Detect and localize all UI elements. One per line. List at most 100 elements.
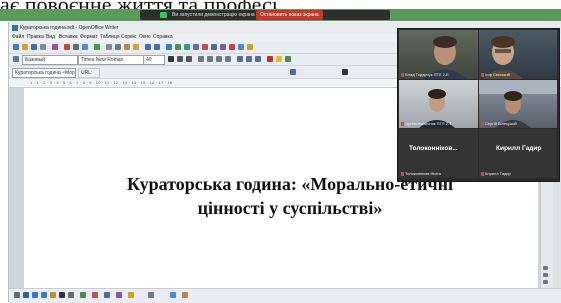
freeform-tool-icon[interactable] xyxy=(50,292,56,298)
undo-icon[interactable] xyxy=(145,44,151,50)
redo-icon[interactable] xyxy=(154,44,160,50)
menu-window[interactable]: Окно xyxy=(139,33,151,42)
nonprinting-chars-icon[interactable] xyxy=(229,44,235,50)
url-field[interactable]: URL: xyxy=(78,68,100,78)
basic-shapes-icon[interactable] xyxy=(80,292,86,298)
name-tile[interactable]: Толоконніков... Толоконніков Нікіта xyxy=(399,129,478,178)
find-next-icon[interactable] xyxy=(290,69,296,75)
bold-icon[interactable] xyxy=(168,56,174,62)
find-field[interactable]: Кураторська година «Морально-етич...» xyxy=(12,68,76,78)
font-size-select[interactable]: 40 xyxy=(143,55,165,65)
print-icon[interactable] xyxy=(73,44,79,50)
copy-icon[interactable] xyxy=(115,44,121,50)
line-tool-icon[interactable] xyxy=(23,292,29,298)
paste-icon[interactable] xyxy=(124,44,130,50)
participant-name: Влад Тодарчук ПТЛ 2-Е xyxy=(405,72,449,77)
navigator-icon[interactable] xyxy=(202,44,208,50)
participant-label: Артем Налисник ПТЛ 2-Т xyxy=(401,121,452,127)
ellipse-tool-icon[interactable] xyxy=(41,292,47,298)
menu-edit[interactable]: Правка xyxy=(27,33,44,42)
show-draw-icon[interactable] xyxy=(184,44,190,50)
styles-icon[interactable] xyxy=(13,56,19,62)
align-center-icon[interactable] xyxy=(207,56,213,62)
navigation-icon[interactable] xyxy=(543,273,548,277)
participant-label: Влад Тодарчук ПТЛ 2-Е xyxy=(401,72,449,78)
save-icon[interactable] xyxy=(31,44,37,50)
find-icon[interactable] xyxy=(193,44,199,50)
format-paintbrush-icon[interactable] xyxy=(133,44,139,50)
participant-name: Кирилл Гадир xyxy=(485,171,511,176)
stop-share-button[interactable]: Остановить показ экрана xyxy=(256,10,323,20)
participant-name: Сергій Білецький xyxy=(485,121,517,126)
stars-icon[interactable] xyxy=(128,292,134,298)
writer-app-icon xyxy=(12,25,18,31)
export-pdf-icon[interactable] xyxy=(64,44,70,50)
select-arrow-icon[interactable] xyxy=(14,292,20,298)
window-title: Кураторська година.odt - OpenOffice Writ… xyxy=(20,25,119,31)
zoom-icon[interactable] xyxy=(238,44,244,50)
video-tile[interactable]: Ігор Сміський xyxy=(479,30,557,79)
menu-help[interactable]: Справка xyxy=(153,33,173,42)
video-tile[interactable]: Сергій Білецький xyxy=(479,80,557,128)
mic-muted-icon xyxy=(481,171,484,176)
print-preview-icon[interactable] xyxy=(82,44,88,50)
participant-display-name: Кирилл Гадир xyxy=(496,145,542,152)
indent-icon[interactable] xyxy=(255,56,261,62)
participant-name: Артем Налисник ПТЛ 2-Т xyxy=(405,121,452,126)
edit-file-icon[interactable] xyxy=(52,44,58,50)
callout-tool-icon[interactable] xyxy=(68,292,74,298)
video-tile[interactable]: Артем Налисник ПТЛ 2-Т xyxy=(399,80,478,128)
cut-icon[interactable] xyxy=(106,44,112,50)
gallery-icon[interactable] xyxy=(211,44,217,50)
image-from-file-icon[interactable] xyxy=(170,292,176,298)
new-document-icon[interactable] xyxy=(13,44,19,50)
help-icon[interactable] xyxy=(247,44,253,50)
extrusion-icon[interactable] xyxy=(182,292,188,298)
mic-muted-icon xyxy=(401,121,404,126)
previous-page-icon[interactable] xyxy=(543,266,548,270)
font-name-select[interactable]: Times New Roman xyxy=(78,55,144,65)
screen-share-icon xyxy=(160,12,167,18)
next-page-icon[interactable] xyxy=(543,280,548,284)
menu-view[interactable]: Вид xyxy=(46,33,55,42)
menu-tools[interactable]: Сервіс xyxy=(121,33,136,42)
flowchart-icon[interactable] xyxy=(116,292,122,298)
ruler-marks: 1 · 1 · 2 · 3 · 4 · 5 · 6 · 7 · 8 · 9 · … xyxy=(30,80,173,85)
name-tile[interactable]: Кирилл Гадир Кирилл Гадир xyxy=(479,129,557,178)
binoculars-icon[interactable] xyxy=(342,69,348,75)
participant-name: Ігор Сміський xyxy=(485,72,510,77)
fontwork-icon[interactable] xyxy=(148,292,154,298)
bullets-icon[interactable] xyxy=(246,56,252,62)
font-color-icon[interactable] xyxy=(267,56,273,62)
align-left-icon[interactable] xyxy=(198,56,204,62)
spellcheck-icon[interactable] xyxy=(94,44,100,50)
menu-table[interactable]: Таблиця xyxy=(100,33,120,42)
mic-muted-icon xyxy=(481,72,484,77)
open-folder-icon[interactable] xyxy=(22,44,28,50)
block-arrows-icon[interactable] xyxy=(104,292,110,298)
symbol-shapes-icon[interactable] xyxy=(92,292,98,298)
menu-format[interactable]: Формат xyxy=(80,33,98,42)
menu-insert[interactable]: Вставка xyxy=(59,33,78,42)
table-icon[interactable] xyxy=(175,44,181,50)
highlight-icon[interactable] xyxy=(276,56,282,62)
datasources-icon[interactable] xyxy=(220,44,226,50)
justify-icon[interactable] xyxy=(225,56,231,62)
participant-label: Ігор Сміський xyxy=(481,72,510,78)
video-tile[interactable]: Влад Тодарчук ПТЛ 2-Е xyxy=(399,30,478,79)
text-tool-icon[interactable] xyxy=(59,292,65,298)
email-icon[interactable] xyxy=(40,44,46,50)
background-color-icon[interactable] xyxy=(285,56,291,62)
mic-muted-icon xyxy=(401,72,404,77)
numbering-icon[interactable] xyxy=(237,56,243,62)
rectangle-tool-icon[interactable] xyxy=(32,292,38,298)
align-right-icon[interactable] xyxy=(216,56,222,62)
italic-icon[interactable] xyxy=(177,56,183,62)
mic-muted-icon xyxy=(481,121,484,126)
hyperlink-icon[interactable] xyxy=(166,44,172,50)
underline-icon[interactable] xyxy=(186,56,192,62)
menu-file[interactable]: Файл xyxy=(12,33,24,42)
paragraph-style-select[interactable]: Базовый xyxy=(22,55,78,65)
participant-label: Кирилл Гадир xyxy=(481,171,511,177)
share-status-text: Ви запустили демонстрацію екрана xyxy=(172,12,255,18)
